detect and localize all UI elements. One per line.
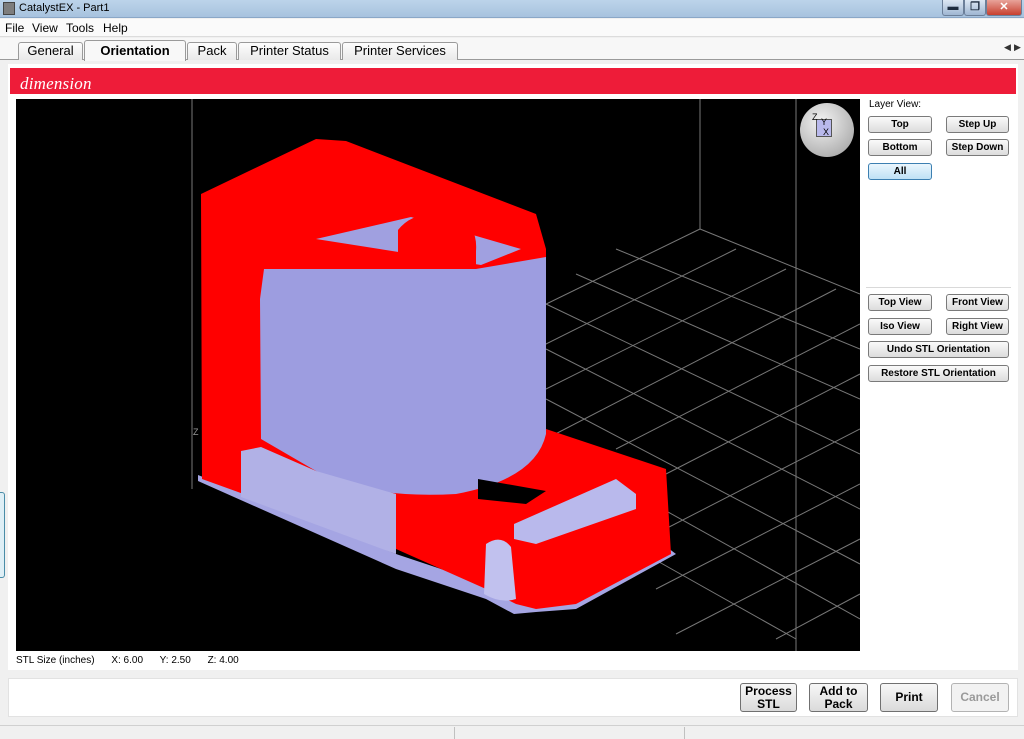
menu-tools[interactable]: Tools [66,21,94,35]
layer-step-down-button[interactable]: Step Down [946,139,1009,156]
restore-stl-orientation-button[interactable]: Restore STL Orientation [868,365,1009,382]
dimension-logo: dimension [20,74,92,93]
add-to-pack-label-1: Add to [819,683,858,698]
orientation-gizmo[interactable]: Z Y X [800,103,854,157]
menu-help[interactable]: Help [103,21,128,35]
maximize-button[interactable]: ❐ [964,0,986,16]
process-stl-label-2: STL [757,696,780,711]
window-title: CatalystEX - Part1 [19,2,110,14]
layer-bottom-button[interactable]: Bottom [868,139,932,156]
stl-size-info: STL Size (inches) X: 6.00 Y: 2.50 Z: 4.0… [16,655,253,666]
gizmo-x-label: X [823,127,830,137]
tab-scroll-right-icon[interactable]: ▶ [1014,42,1021,53]
title-bar: CatalystEX - Part1 ▬ ❐ ✕ [0,0,1024,18]
stl-size-z: Z: 4.00 [207,655,239,666]
layer-view-label: Layer View: [869,99,922,110]
front-view-button[interactable]: Front View [946,294,1009,311]
process-stl-button[interactable]: Process STL [740,683,797,712]
gizmo-y-label: Y [821,117,828,127]
orientation-panel: dimension Z Z Y X Layer View: Top Step U… [8,64,1018,670]
tab-general[interactable]: General [18,42,83,60]
top-view-button[interactable]: Top View [868,294,932,311]
tab-printer-status[interactable]: Printer Status [238,42,341,60]
app-icon [3,2,15,15]
undo-stl-orientation-button[interactable]: Undo STL Orientation [868,341,1009,358]
brand-bar: dimension [10,68,1016,94]
close-button[interactable]: ✕ [986,0,1022,16]
add-to-pack-button[interactable]: Add to Pack [809,683,868,712]
view-controls-panel: Layer View: Top Step Up Bottom Step Down… [866,99,1016,651]
layer-step-up-button[interactable]: Step Up [946,116,1009,133]
status-separator [684,727,685,739]
z-axis-label: Z [193,427,199,437]
layer-all-button[interactable]: All [868,163,932,180]
3d-viewport[interactable]: Z Z Y X [16,99,860,651]
status-separator [454,727,455,739]
minimize-button[interactable]: ▬ [942,0,964,16]
panel-divider [866,287,1011,288]
menu-file[interactable]: File [5,21,24,35]
stl-size-x: X: 6.00 [111,655,144,666]
menu-bar: File View Tools Help [0,19,1024,37]
right-view-button[interactable]: Right View [946,318,1009,335]
tab-pack[interactable]: Pack [187,42,237,60]
process-stl-label-1: Process [745,683,792,698]
tab-printer-services[interactable]: Printer Services [342,42,458,60]
cancel-button: Cancel [951,683,1009,712]
status-bar [0,725,1024,739]
tab-row: General Orientation Pack Printer Status … [0,38,1024,61]
print-button[interactable]: Print [880,683,938,712]
add-to-pack-label-2: Pack [824,696,853,711]
menu-view[interactable]: View [32,21,58,35]
iso-view-button[interactable]: Iso View [868,318,932,335]
action-bar: Process STL Add to Pack Print Cancel [8,678,1018,717]
stl-size-y: Y: 2.50 [159,655,191,666]
support-block [260,257,546,495]
gizmo-z-label: Z [812,112,818,122]
model-cylinder-top [398,213,477,269]
layer-top-button[interactable]: Top [868,116,932,133]
side-panel-handle[interactable] [0,492,5,578]
tab-scroll-left-icon[interactable]: ◀ [1004,42,1011,53]
stl-size-label: STL Size (inches) [16,655,95,666]
tab-orientation[interactable]: Orientation [84,40,186,61]
